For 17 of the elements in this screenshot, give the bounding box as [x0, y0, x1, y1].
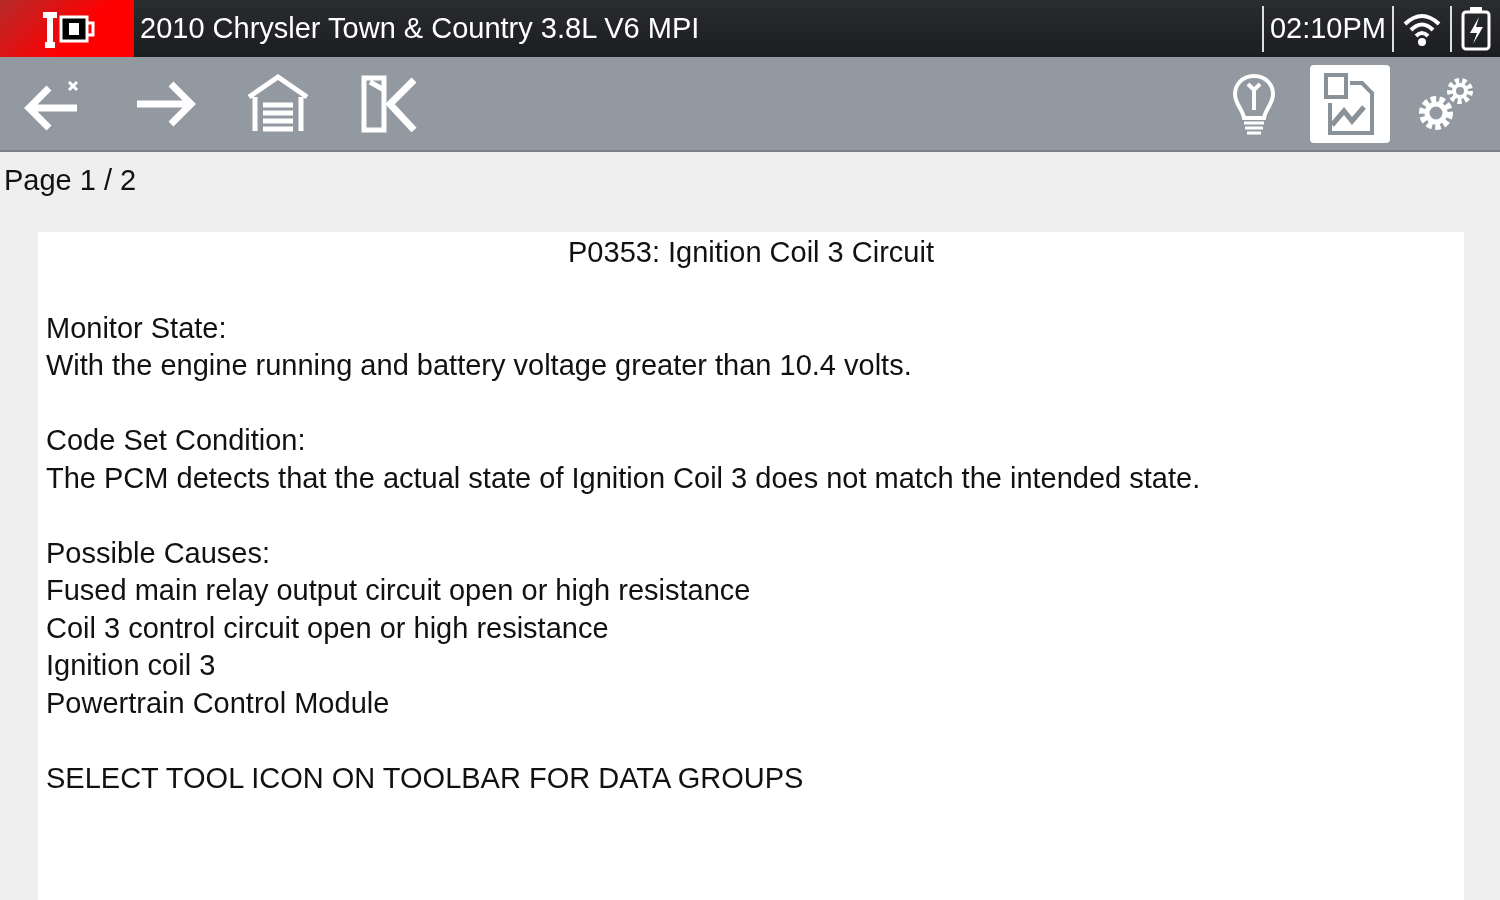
instruction-text: SELECT TOOL ICON ON TOOLBAR FOR DATA GROUPS — [46, 760, 805, 796]
section-text: Powertrain Control Module — [46, 685, 391, 721]
page-indicator: Page 1 / 2 — [3, 163, 138, 198]
garage-icon — [245, 72, 311, 135]
section-text: Fused main relay output circuit open or high resistance — [46, 573, 752, 608]
section-text: Ignition coil 3 — [46, 648, 217, 683]
section-text: The PCM detects that the actual state of Ignition Coil 3 does not match the intended state. — [46, 460, 1202, 496]
save-button[interactable] — [1310, 64, 1390, 143]
section-heading: Code Set Condition: — [46, 423, 307, 458]
section-text: With the engine running and battery voltage greater than 10.4 volts. — [46, 348, 913, 383]
battery-charging-icon — [1460, 5, 1492, 52]
clock-time: 02:10PM — [1268, 12, 1387, 45]
section-heading: Monitor State: — [46, 310, 228, 346]
code-title: P0353: Ignition Coil 3 Circuit — [567, 235, 935, 270]
section-heading: Possible Causes: — [46, 535, 272, 571]
vehicle-title: 2010 Chrysler Town & Country 3.8L V6 MPI — [139, 12, 701, 45]
section-text: Coil 3 control circuit open or high resistance — [46, 610, 610, 646]
